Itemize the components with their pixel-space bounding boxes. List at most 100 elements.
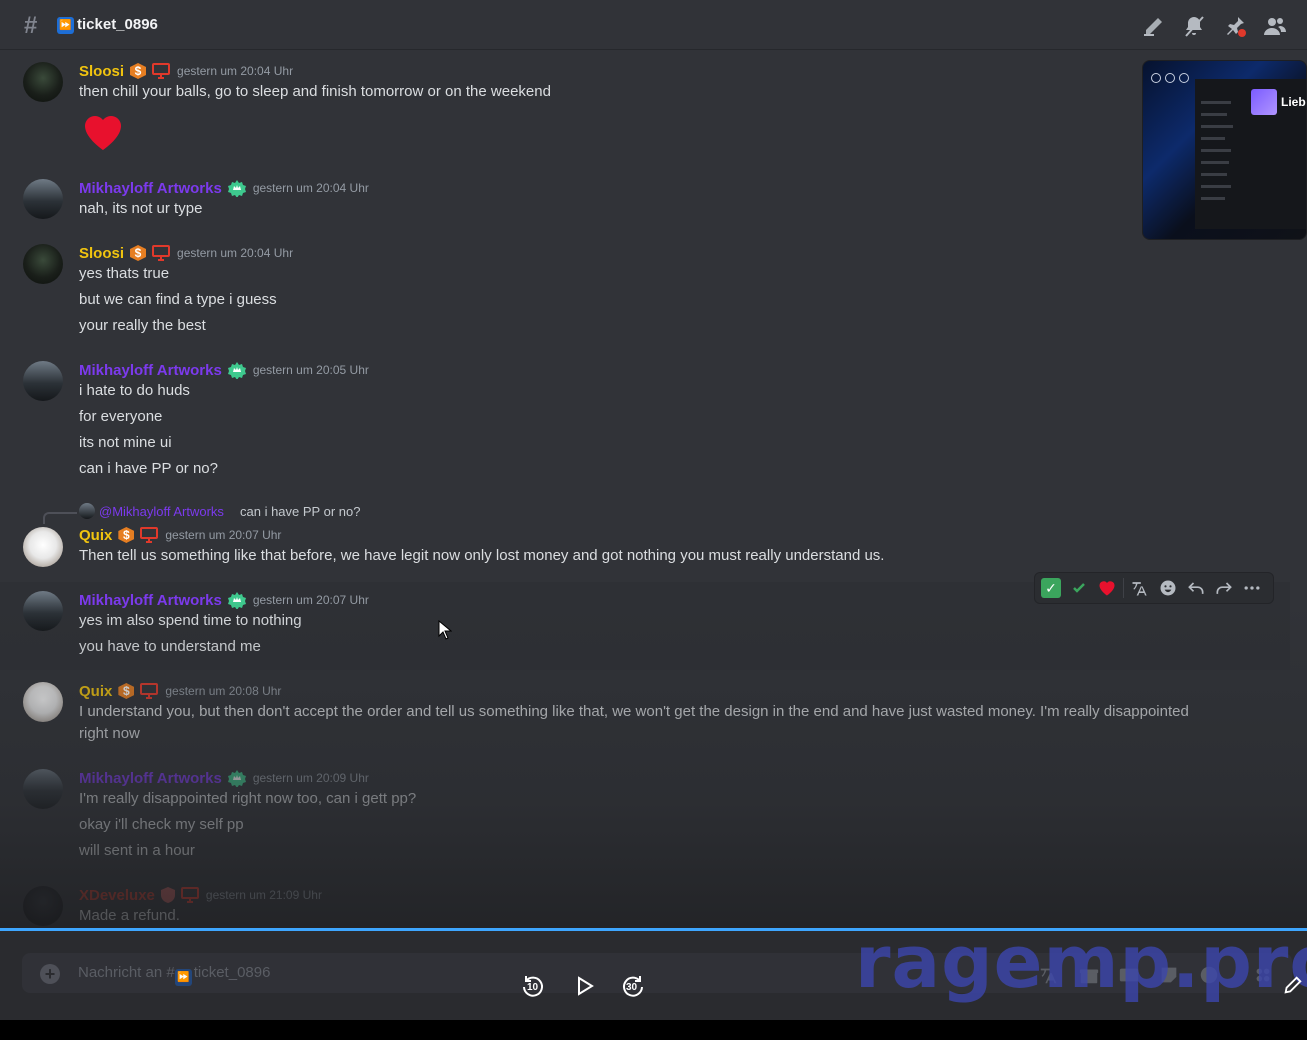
avatar[interactable]: [23, 179, 63, 219]
attach-plus-button[interactable]: +: [40, 964, 60, 984]
message-text: I understand you, but then don't accept …: [79, 703, 1189, 742]
message-text: then chill your balls, go to sleep and f…: [79, 83, 551, 100]
dollar-badge-icon: $: [130, 245, 147, 261]
heart-icon: [1099, 581, 1115, 596]
fast-forward-emoji-icon: ⏩: [174, 969, 192, 986]
timestamp[interactable]: gestern um 20:04 Uhr: [177, 64, 293, 78]
add-reaction-button[interactable]: [1154, 574, 1182, 602]
play-icon: [578, 976, 594, 996]
thumbnail-circle-icon: [1165, 73, 1175, 83]
pencil-icon[interactable]: [1282, 974, 1304, 996]
monitor-badge-icon: [140, 527, 159, 543]
threads-icon[interactable]: [1142, 14, 1166, 38]
reaction-check-button[interactable]: ✓: [1037, 574, 1065, 602]
forward-seconds-label: 30: [626, 982, 638, 993]
bottom-black-bar: [0, 1020, 1307, 1040]
monitor-badge-icon: [152, 63, 171, 79]
reply-mention[interactable]: @Mikhayloff Artworks: [99, 504, 224, 519]
forward-button[interactable]: [1210, 574, 1238, 602]
message-text: Made a refund.: [79, 907, 180, 924]
timestamp[interactable]: gestern um 20:05 Uhr: [253, 363, 369, 377]
thumbnail-title: Liebl: [1281, 95, 1307, 109]
avatar[interactable]: [23, 682, 63, 722]
username[interactable]: Mikhayloff Artworks: [79, 180, 222, 197]
toolbar-divider: [1123, 578, 1124, 598]
fast-forward-emoji-icon: ⏩: [57, 17, 74, 34]
avatar[interactable]: [23, 591, 63, 631]
message-text: i hate to do huds: [79, 382, 190, 399]
message-text: yes thats true: [79, 265, 170, 282]
check-icon: [1073, 583, 1085, 593]
crown-badge-icon: [227, 769, 246, 788]
text-channel-icon: #: [24, 12, 38, 39]
timestamp[interactable]: gestern um 21:09 Uhr: [206, 888, 322, 902]
timestamp[interactable]: gestern um 20:09 Uhr: [253, 771, 369, 785]
timestamp[interactable]: gestern um 20:07 Uhr: [165, 528, 281, 542]
timestamp[interactable]: gestern um 20:07 Uhr: [253, 593, 369, 607]
avatar[interactable]: [23, 62, 63, 102]
avatar[interactable]: [23, 769, 63, 809]
dollar-badge-icon: $: [118, 683, 135, 699]
reaction-heart-button[interactable]: [1093, 574, 1121, 602]
avatar[interactable]: [23, 361, 63, 401]
ellipsis-icon: [1244, 586, 1260, 590]
monitor-badge-icon: [140, 683, 159, 699]
crown-badge-icon: [227, 591, 246, 610]
crown-badge-icon: [227, 361, 246, 380]
crown-badge-icon: [227, 179, 246, 198]
reply-connector: [43, 512, 77, 524]
message-input-placeholder: Nachricht an # ⏩ ticket_0896: [78, 964, 270, 986]
timestamp[interactable]: gestern um 20:04 Uhr: [253, 181, 369, 195]
thumbnail-circle-icon: [1151, 73, 1161, 83]
translate-icon: [1132, 582, 1147, 596]
username[interactable]: Quix: [79, 683, 112, 700]
username[interactable]: Sloosi: [79, 245, 124, 262]
avatar[interactable]: [23, 886, 63, 926]
avatar[interactable]: [23, 527, 63, 567]
forward-icon: [1216, 582, 1232, 594]
message-text: yes im also spend time to nothing: [79, 612, 302, 629]
thumbnail-circle-icon: [1179, 73, 1189, 83]
more-options-button[interactable]: [1238, 574, 1266, 602]
username[interactable]: Mikhayloff Artworks: [79, 770, 222, 787]
reply-preview-text[interactable]: can i have PP or no?: [240, 504, 360, 519]
timestamp[interactable]: gestern um 20:08 Uhr: [165, 684, 281, 698]
play-button[interactable]: [571, 973, 597, 999]
heart-emoji-icon[interactable]: [79, 108, 127, 156]
member-list-icon[interactable]: [1263, 14, 1287, 38]
rewind-seconds-label: 10: [527, 982, 539, 993]
reaction-heavy-check-button[interactable]: [1065, 574, 1093, 602]
message-text: for everyone: [79, 408, 163, 425]
username[interactable]: Mikhayloff Artworks: [79, 592, 222, 609]
message-action-toolbar: ✓: [1034, 572, 1274, 604]
white-check-mark-icon: ✓: [1041, 578, 1061, 598]
username[interactable]: XDeveluxe: [79, 887, 155, 904]
notification-muted-icon[interactable]: [1182, 14, 1206, 38]
pinned-messages-icon[interactable]: [1223, 14, 1247, 38]
channel-header: # ⏩ ticket_0896: [0, 0, 1307, 50]
dollar-badge-icon: $: [118, 527, 135, 543]
message-text: but we can find a type i guess: [79, 291, 277, 308]
reply-button[interactable]: [1182, 574, 1210, 602]
message-text: you have to understand me: [79, 638, 261, 655]
reply-avatar[interactable]: [79, 503, 95, 519]
username[interactable]: Sloosi: [79, 63, 124, 80]
dollar-badge-icon: $: [130, 63, 147, 79]
message-text: nah, its not ur type: [79, 200, 203, 217]
monitor-badge-icon: [180, 887, 199, 903]
reply-icon: [1188, 582, 1204, 594]
username[interactable]: Mikhayloff Artworks: [79, 362, 222, 379]
avatar[interactable]: [23, 244, 63, 284]
username[interactable]: Quix: [79, 527, 112, 544]
message-text: will sent in a hour: [79, 842, 195, 859]
message-text: Then tell us something like that before,…: [79, 547, 885, 564]
timestamp[interactable]: gestern um 20:04 Uhr: [177, 246, 293, 260]
video-preview-thumbnail[interactable]: Liebl: [1142, 60, 1307, 240]
monitor-badge-icon: [152, 245, 171, 261]
mouse-cursor-icon: [438, 619, 453, 640]
channel-name: ticket_0896: [77, 16, 158, 33]
translate-button[interactable]: [1126, 574, 1154, 602]
message-list[interactable]: Sloosi $ gestern um 20:04 Uhr then chill…: [0, 50, 1307, 930]
message-text: can i have PP or no?: [79, 460, 218, 477]
watermark-text: ragemp.pro: [855, 920, 1307, 1004]
